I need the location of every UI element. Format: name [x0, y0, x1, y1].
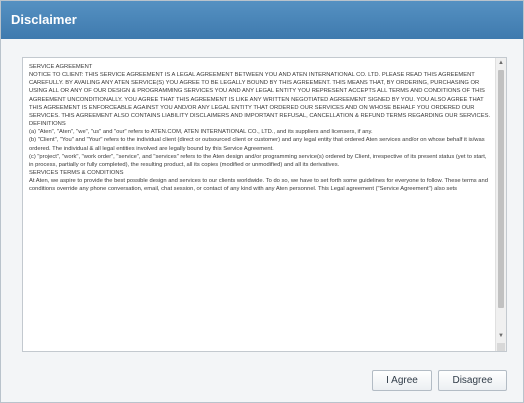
- dialog-title: Disclaimer: [1, 1, 523, 39]
- agreement-paragraph: (b) "Client", "You" and "Your" refers to…: [29, 137, 485, 152]
- agreement-paragraph: (c) "project", "work", "work order", "se…: [29, 153, 487, 168]
- agreement-paragraph: At Aten, we aspire to provide the best p…: [29, 178, 488, 193]
- scroll-corner: [497, 343, 505, 351]
- agreement-paragraph: (a) "Aten", "Aten", "we", "us" and "our"…: [29, 129, 373, 136]
- agreement-paragraph: NOTICE TO CLIENT: THIS SERVICE AGREEMENT…: [29, 72, 491, 119]
- vertical-scrollbar[interactable]: ▲ ▼: [495, 58, 506, 351]
- agreement-text: SERVICE AGREEMENT NOTICE TO CLIENT: THIS…: [29, 63, 491, 194]
- dialog-body: SERVICE AGREEMENT NOTICE TO CLIENT: THIS…: [1, 39, 523, 402]
- scroll-up-icon[interactable]: ▲: [496, 58, 506, 68]
- disagree-button[interactable]: Disagree: [438, 370, 507, 391]
- scroll-down-icon[interactable]: ▼: [496, 331, 506, 341]
- agreement-heading: SERVICE AGREEMENT: [29, 64, 93, 70]
- scroll-thumb[interactable]: [498, 70, 504, 308]
- disclaimer-dialog: Disclaimer SERVICE AGREEMENT NOTICE TO C…: [0, 0, 524, 403]
- agree-button[interactable]: I Agree: [372, 370, 432, 391]
- agreement-heading: SERVICES TERMS & CONDITIONS: [29, 170, 124, 177]
- agreement-heading: DEFINITIONS: [29, 121, 66, 128]
- service-agreement-textbox[interactable]: SERVICE AGREEMENT NOTICE TO CLIENT: THIS…: [22, 57, 507, 352]
